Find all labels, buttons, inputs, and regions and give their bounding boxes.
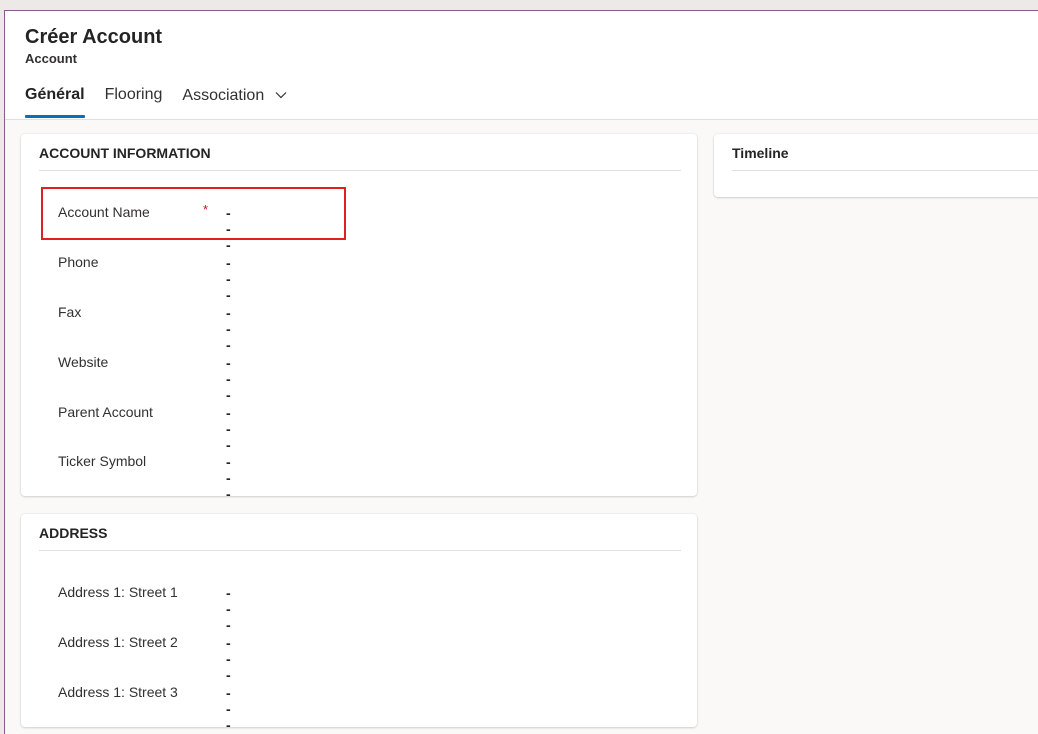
- tab-general-label: Général: [25, 86, 85, 103]
- section-divider: [39, 170, 681, 171]
- page-title: Créer Account: [25, 26, 163, 48]
- field-label: Parent Account: [58, 404, 153, 420]
- field-value[interactable]: ---: [226, 405, 231, 453]
- field-label: Account Name: [58, 204, 150, 220]
- tab-association[interactable]: Association: [182, 86, 287, 118]
- section-title: ACCOUNT INFORMATION: [39, 145, 211, 161]
- field-value[interactable]: ---: [226, 635, 231, 683]
- field-label: Website: [58, 354, 109, 370]
- field-value[interactable]: ---: [226, 685, 231, 733]
- field-value[interactable]: ---: [226, 255, 231, 303]
- address-section: ADDRESS Address 1: Street 1 --- Address …: [21, 514, 697, 733]
- field-value[interactable]: ---: [226, 454, 231, 502]
- field-label: Phone: [58, 254, 99, 270]
- field-value[interactable]: ---: [226, 355, 231, 403]
- tab-list: Général Flooring Association: [25, 86, 307, 118]
- tab-association-label: Association: [182, 87, 265, 104]
- account-information-section: ACCOUNT INFORMATION Account Name * --- P…: [21, 134, 697, 502]
- section-divider: [39, 550, 681, 551]
- field-label: Ticker Symbol: [58, 453, 147, 469]
- timeline-title: Timeline: [732, 145, 789, 161]
- timeline-section: Timeline: [714, 134, 1038, 197]
- field-value[interactable]: ---: [226, 585, 231, 633]
- field-label: Address 1: Street 3: [58, 684, 178, 700]
- section-divider: [732, 170, 1038, 171]
- required-indicator: *: [203, 202, 209, 217]
- entity-name: Account: [25, 51, 77, 66]
- field-label: Address 1: Street 1: [58, 584, 178, 600]
- tab-flooring-label: Flooring: [104, 86, 163, 103]
- field-value[interactable]: ---: [226, 205, 231, 253]
- field-label: Address 1: Street 2: [58, 634, 178, 650]
- chevron-down-icon: [275, 86, 287, 104]
- tab-general[interactable]: Général: [25, 86, 85, 118]
- form-header: Créer Account Account Général Flooring A…: [5, 11, 1038, 120]
- form-window: Créer Account Account Général Flooring A…: [4, 10, 1038, 734]
- field-value[interactable]: ---: [226, 305, 231, 353]
- tab-flooring[interactable]: Flooring: [105, 86, 163, 118]
- section-title: ADDRESS: [39, 525, 108, 541]
- field-label: Fax: [58, 304, 82, 320]
